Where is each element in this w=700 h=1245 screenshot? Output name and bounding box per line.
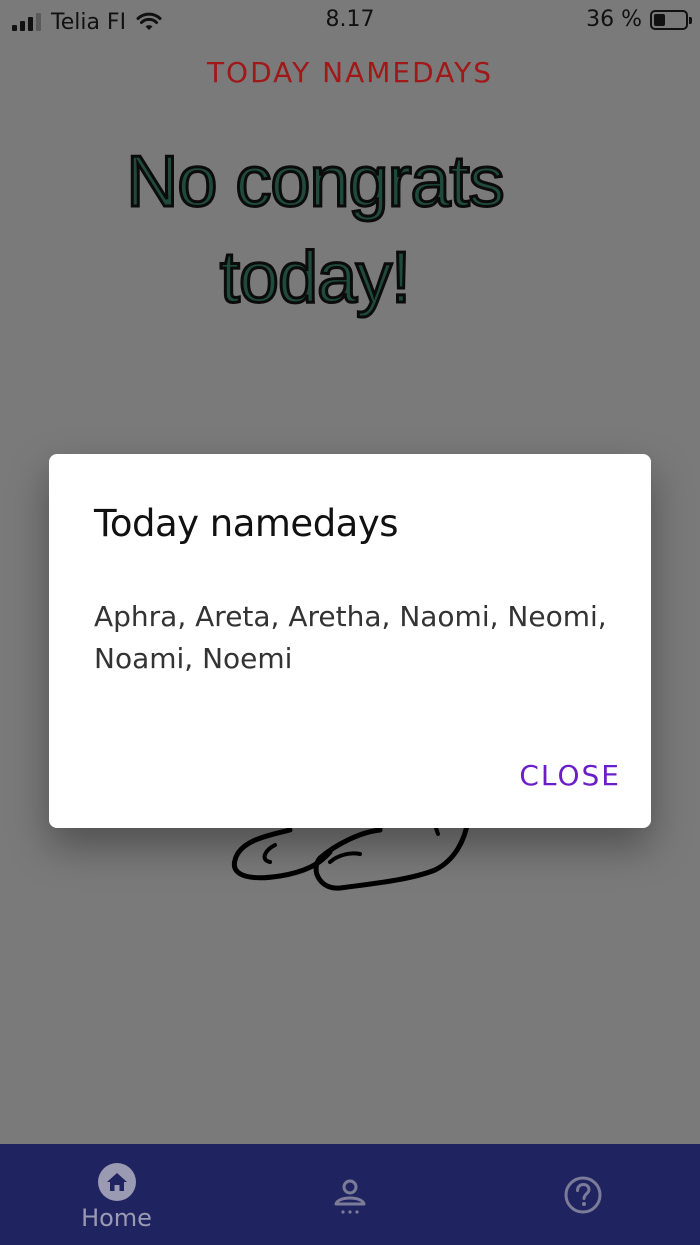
battery-icon <box>650 9 692 30</box>
profile-icon <box>334 1179 365 1214</box>
nav-item-help[interactable] <box>466 1144 699 1245</box>
home-icon <box>97 1163 136 1201</box>
battery-percent: 36 % <box>586 7 642 32</box>
namedays-dialog: Today namedays Aphra, Areta, Aretha, Nao… <box>49 454 651 828</box>
dialog-title: Today namedays <box>94 502 399 545</box>
nav-item-profile[interactable] <box>233 1144 466 1245</box>
nav-label-home: Home <box>81 1204 152 1232</box>
nav-item-home[interactable]: Home <box>0 1144 233 1245</box>
help-icon <box>564 1176 601 1214</box>
page-title: TODAY NAMEDAYS <box>206 56 494 89</box>
bottom-nav: Home <box>0 1144 700 1245</box>
namedays-list: Aphra, Areta, Aretha, Naomi, Neomi, Noam… <box>94 600 607 675</box>
status-bar: Telia FI 8.17 36 % <box>0 0 700 44</box>
battery-level <box>654 13 665 26</box>
status-right: 36 % <box>586 7 692 32</box>
close-button[interactable]: CLOSE <box>519 759 621 792</box>
no-congrats-message: No congrats today! <box>125 141 506 320</box>
